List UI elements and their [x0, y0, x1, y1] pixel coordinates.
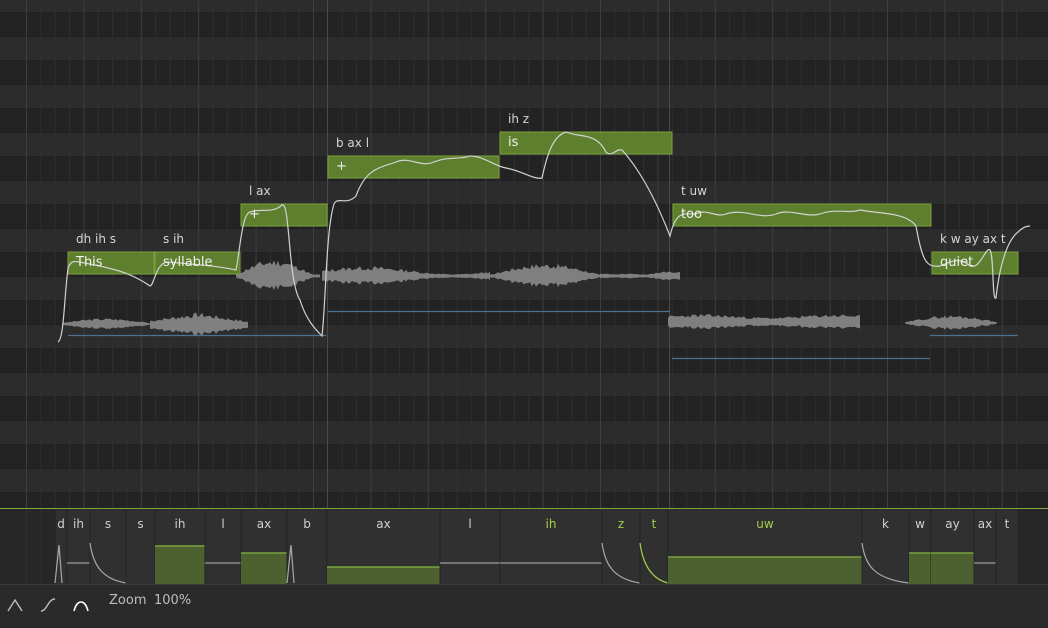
note-block-4[interactable] — [499, 131, 673, 155]
note-block-0[interactable] — [67, 251, 155, 275]
phoneme-segment[interactable] — [66, 509, 91, 584]
piano-roll-canvas[interactable] — [0, 0, 1048, 508]
s-curve-icon — [40, 598, 56, 612]
phoneme-segment[interactable] — [601, 509, 641, 584]
phoneme-segment[interactable] — [499, 509, 603, 584]
phoneme-segment[interactable] — [439, 509, 501, 584]
s-curve-tool-button[interactable] — [35, 591, 61, 619]
zoom-label: Zoom — [109, 593, 147, 608]
phoneme-panel[interactable]: d ih s s ih l ax b ax l ih z t uw k w ay ax t — [0, 508, 1048, 584]
bottom-toolbar: Zoom 100% — [0, 584, 1048, 628]
phoneme-segment[interactable] — [973, 509, 997, 584]
phoneme-segment[interactable] — [861, 509, 910, 584]
note-block-3[interactable] — [327, 155, 500, 179]
zoom-value[interactable]: 100% — [154, 592, 191, 610]
phoneme-segment[interactable] — [125, 509, 156, 584]
piano-roll[interactable]: This dh ih s syllable s ih + l ax + b ax l is ih … — [0, 0, 1048, 508]
note-block-2[interactable] — [240, 203, 328, 227]
phoneme-segment[interactable] — [204, 509, 242, 584]
peak-curve-tool-button[interactable] — [2, 591, 28, 619]
arch-curve-icon — [73, 601, 89, 612]
phoneme-segment[interactable] — [89, 509, 127, 584]
arch-curve-tool-button[interactable] — [68, 591, 94, 619]
phoneme-segment[interactable] — [639, 509, 669, 584]
note-block-6[interactable] — [931, 251, 1019, 275]
phoneme-canvas[interactable] — [0, 509, 1048, 584]
peak-curve-icon — [7, 598, 23, 612]
phoneme-segment[interactable] — [995, 509, 1019, 584]
note-block-1[interactable] — [154, 251, 241, 275]
